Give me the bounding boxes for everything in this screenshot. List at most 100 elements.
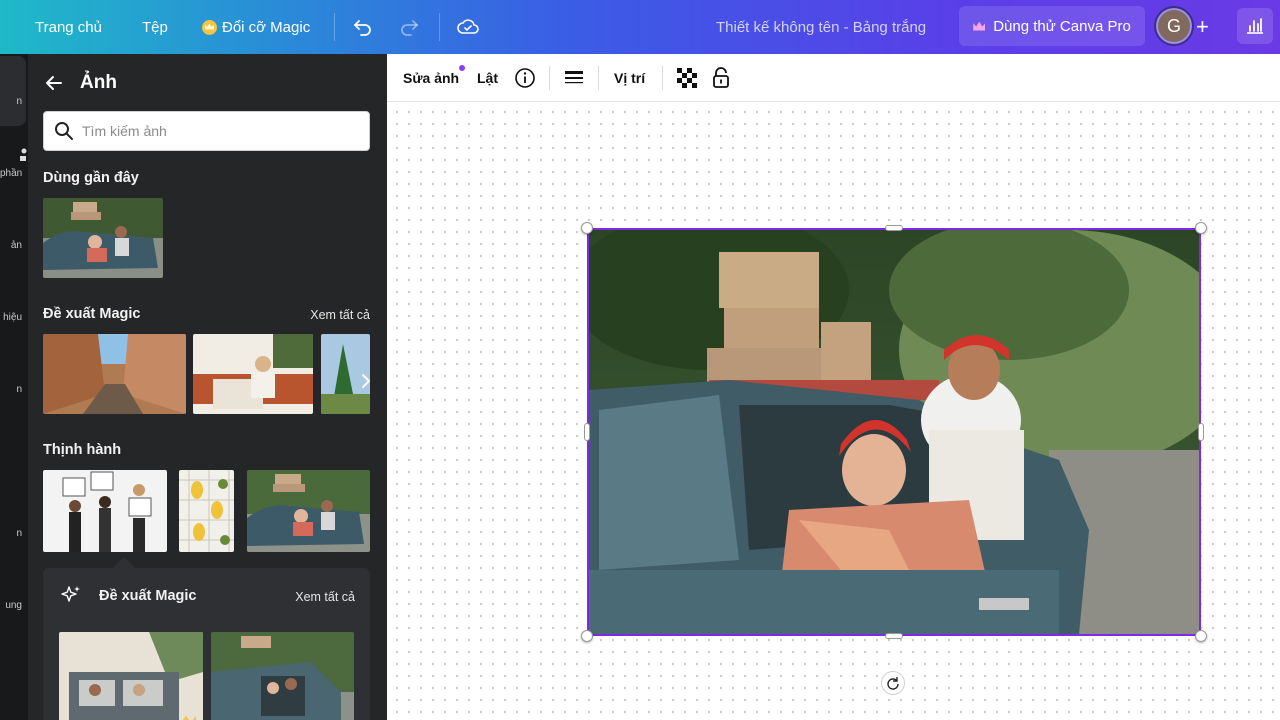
lock-button[interactable] (712, 54, 730, 102)
undo-icon (354, 20, 371, 36)
rail-item-uploads[interactable]: n (0, 384, 28, 395)
car-photo-image (43, 198, 163, 278)
try-canva-pro-button[interactable]: Dùng thử Canva Pro (959, 6, 1145, 46)
border-style-button[interactable] (564, 54, 584, 102)
crown-icon (973, 21, 986, 31)
panel-header: Ảnh (44, 72, 117, 94)
search-icon (55, 122, 73, 140)
flip-label: Lật (477, 70, 498, 86)
rail-item-elements[interactable]: phần (0, 168, 28, 179)
sparkle-icon (61, 586, 80, 602)
divider (334, 13, 335, 41)
panel-title: Ảnh (80, 72, 117, 93)
photo-search-input[interactable] (82, 123, 342, 139)
rail-item-design[interactable]: n (0, 96, 28, 107)
rail-label: ản (10, 240, 22, 251)
redo-icon (401, 20, 418, 36)
jeep-photo-image (59, 632, 203, 720)
magic-popover-see-all-link[interactable]: Xem tất cả (295, 590, 355, 604)
recent-section-title: Dùng gần đây (43, 170, 139, 186)
transparency-icon (677, 68, 697, 88)
lock-icon (713, 67, 729, 88)
home-label: Trang chủ (35, 18, 102, 36)
rail-item-projects[interactable]: n (0, 528, 28, 539)
elements-icon (20, 148, 27, 161)
save-status-button[interactable] (456, 0, 480, 54)
magic-photo-thumbnail[interactable] (43, 334, 186, 414)
transparency-button[interactable] (677, 54, 697, 102)
file-menu[interactable]: Tệp (142, 0, 168, 54)
resize-handle[interactable] (885, 225, 903, 231)
back-arrow-icon[interactable] (44, 73, 64, 93)
magic-see-all-link[interactable]: Xem tất cả (310, 308, 370, 322)
rail-label: n (16, 384, 22, 395)
pro-button-label: Dùng thử Canva Pro (993, 17, 1131, 35)
trending-photo-thumbnail[interactable] (179, 470, 234, 552)
resize-handle[interactable] (581, 630, 593, 642)
fruit-photo-image (179, 470, 234, 552)
context-toolbar: Sửa ảnh Lật Vị trí (387, 54, 1280, 102)
document-title-text: Thiết kế không tên - Bảng trắng (716, 18, 927, 36)
rail-label: hiệu (3, 312, 22, 323)
crown-icon (202, 19, 217, 35)
home-menu[interactable]: Trang chủ (35, 0, 102, 54)
info-button[interactable] (514, 54, 536, 102)
insights-button[interactable] (1237, 8, 1273, 44)
photos-panel: Ảnh Dùng gần đây Đề xuất Magic Xem tất c… (28, 54, 387, 720)
rail-item-brand[interactable]: hiệu (0, 312, 28, 323)
side-rail: n phần ản hiệu n n ung (0, 54, 28, 720)
position-label: Vị trí (614, 70, 646, 86)
divider (598, 66, 599, 90)
trending-photo-thumbnail[interactable] (247, 470, 370, 552)
resize-handle[interactable] (584, 423, 590, 441)
magic-popover-photo-thumbnail[interactable] (211, 632, 354, 720)
resize-handle[interactable] (581, 222, 593, 234)
redo-button[interactable] (398, 0, 420, 54)
file-label: Tệp (142, 18, 168, 36)
rail-label: ung (5, 600, 22, 611)
flip-button[interactable]: Lật (477, 54, 498, 102)
car-christmas-photo-image (589, 230, 1199, 634)
magic-resize-label: Đổi cỡ Magic (222, 18, 311, 36)
add-collaborator-button[interactable]: + (1196, 0, 1209, 54)
rotate-icon (887, 677, 899, 690)
magic-suggestions-title: Đề xuất Magic (43, 306, 141, 322)
undo-button[interactable] (352, 0, 374, 54)
resize-handle[interactable] (1195, 222, 1207, 234)
rail-active-bg (0, 56, 26, 126)
divider (439, 13, 440, 41)
couch-photo-image (193, 334, 313, 414)
document-title[interactable]: Thiết kế không tên - Bảng trắng (716, 0, 926, 54)
top-bar: Trang chủ Tệp Đổi cỡ Magic Thiết kế khôn… (0, 0, 1280, 54)
street-photo-image (43, 334, 186, 414)
resize-handle[interactable] (1198, 423, 1204, 441)
magic-popover-photo-thumbnail[interactable] (59, 632, 203, 720)
car-couple-photo-image (211, 632, 354, 720)
divider (549, 66, 550, 90)
resize-handle[interactable] (1195, 630, 1207, 642)
info-icon (515, 68, 535, 88)
cloud-saved-icon (457, 19, 479, 34)
position-button[interactable]: Vị trí (614, 54, 645, 102)
selected-photo[interactable] (587, 228, 1201, 636)
avatar[interactable]: G (1154, 6, 1194, 46)
magic-resize-button[interactable]: Đổi cỡ Magic (202, 0, 310, 54)
car-photo-image (247, 470, 370, 552)
edit-photo-button[interactable]: Sửa ảnh (403, 54, 466, 102)
rail-item-text[interactable]: ản (0, 240, 28, 251)
resize-handle[interactable] (885, 633, 903, 639)
photo-search-box[interactable] (43, 111, 370, 151)
stats-icon (1247, 18, 1263, 34)
recent-photo-thumbnail[interactable] (43, 198, 163, 278)
magic-suggestions-popover: Đề xuất Magic Xem tất cả (43, 568, 370, 720)
chevron-right-icon[interactable] (357, 366, 375, 396)
trending-photo-thumbnail[interactable] (43, 470, 167, 552)
lines-icon (565, 71, 583, 84)
rail-item-apps[interactable]: ung (0, 600, 28, 611)
magic-photo-thumbnail[interactable] (193, 334, 313, 414)
notification-dot (459, 65, 466, 71)
rotate-handle[interactable] (881, 671, 905, 695)
rail-label: n (16, 528, 22, 539)
avatar-initial: G (1166, 15, 1181, 36)
women-signs-photo-image (43, 470, 167, 552)
